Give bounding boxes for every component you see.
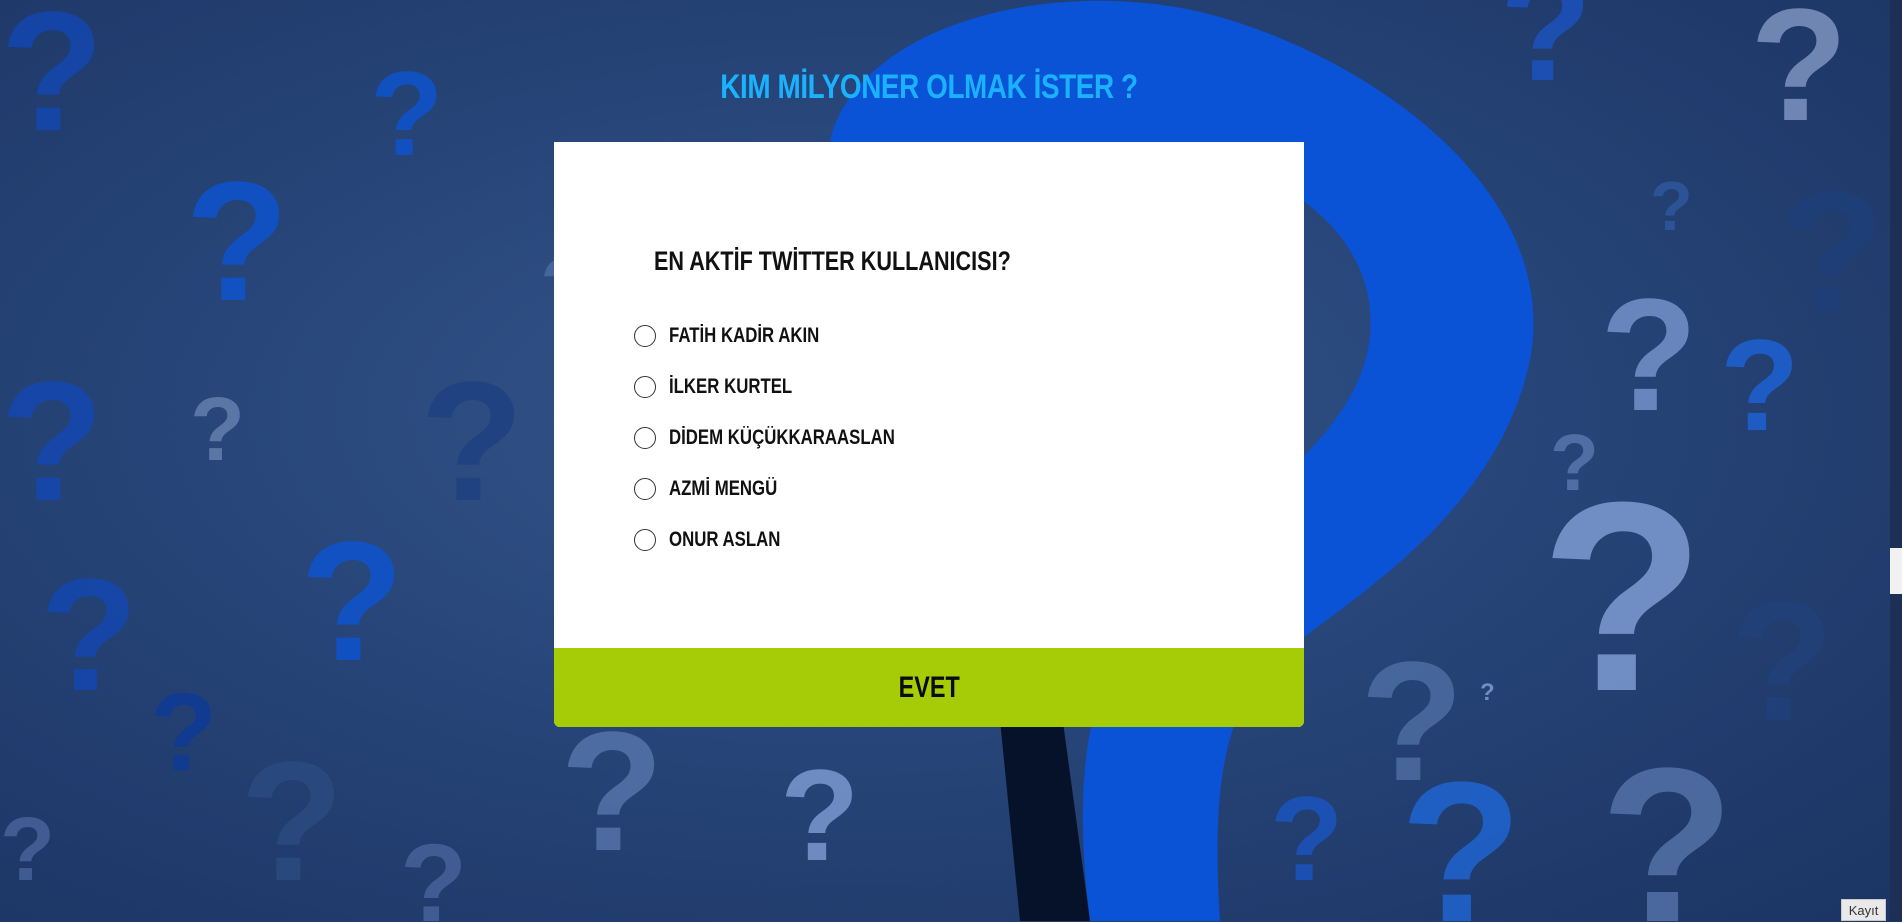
record-button[interactable]: Kayıt xyxy=(1841,899,1886,921)
question-card: EN AKTİF TWİTTER KULLANICISI? FATİH KADİ… xyxy=(554,142,1304,727)
answer-option[interactable]: DİDEM KÜÇÜKKARAASLAN xyxy=(634,412,951,463)
answer-option[interactable]: ONUR ASLAN xyxy=(634,514,951,565)
svg-text:?: ? xyxy=(420,347,524,537)
radio-button[interactable] xyxy=(634,477,656,500)
svg-text:?: ? xyxy=(1780,157,1884,347)
svg-text:?: ? xyxy=(190,380,245,480)
svg-text:?: ? xyxy=(1600,722,1734,921)
submit-button[interactable]: EVET xyxy=(554,648,1304,727)
answer-label: İLKER KURTEL xyxy=(669,374,793,398)
svg-text:?: ? xyxy=(780,742,859,888)
question-text: EN AKTİF TWİTTER KULLANICISI? xyxy=(654,246,1011,276)
vertical-scrollbar[interactable] xyxy=(1890,0,1902,921)
svg-text:?: ? xyxy=(1600,265,1698,444)
svg-text:?: ? xyxy=(0,347,104,537)
radio-button[interactable] xyxy=(634,528,656,551)
answer-option[interactable]: İLKER KURTEL xyxy=(634,361,951,412)
svg-text:?: ? xyxy=(1750,0,1848,154)
svg-text:?: ? xyxy=(0,0,104,167)
submit-label: EVET xyxy=(898,670,960,704)
page-title: KIM MİLYONER OLMAK İSTER ? xyxy=(720,68,1138,106)
svg-text:?: ? xyxy=(1400,741,1522,921)
svg-text:?: ? xyxy=(300,507,404,697)
answer-option[interactable]: AZMİ MENGÜ xyxy=(634,463,951,514)
svg-text:?: ? xyxy=(1650,167,1693,245)
answer-label: ONUR ASLAN xyxy=(669,527,781,551)
radio-button[interactable] xyxy=(634,324,656,347)
answer-label: FATİH KADİR AKIN xyxy=(669,323,820,347)
svg-text:?: ? xyxy=(185,147,289,337)
answer-option[interactable]: FATİH KADİR AKIN xyxy=(634,310,951,361)
svg-text:?: ? xyxy=(1730,567,1834,757)
answer-options: FATİH KADİR AKIN İLKER KURTEL DİDEM KÜÇÜ… xyxy=(634,310,951,565)
answer-label: DİDEM KÜÇÜKKARAASLAN xyxy=(669,425,895,449)
svg-text:?: ? xyxy=(40,545,138,724)
svg-text:?: ? xyxy=(0,800,55,900)
svg-text:?: ? xyxy=(1270,772,1343,906)
svg-text:?: ? xyxy=(150,671,217,794)
svg-text:?: ? xyxy=(1480,679,1495,706)
radio-button[interactable] xyxy=(634,375,656,398)
svg-text:?: ? xyxy=(1550,418,1599,507)
scrollbar-thumb[interactable] xyxy=(1890,548,1902,594)
svg-text:?: ? xyxy=(400,822,467,921)
svg-text:?: ? xyxy=(240,727,344,917)
answer-label: AZMİ MENGÜ xyxy=(669,476,778,500)
radio-button[interactable] xyxy=(634,426,656,449)
